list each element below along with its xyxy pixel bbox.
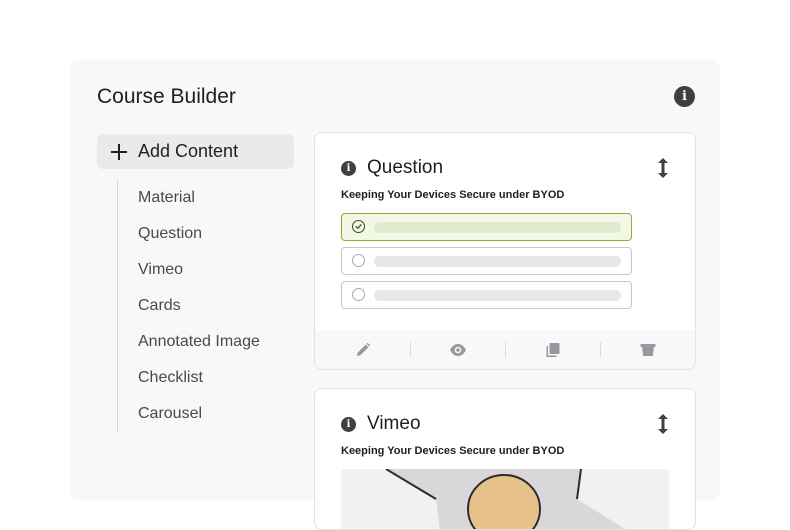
course-builder-panel: Course Builder i Add Content Material Qu… — [70, 60, 720, 530]
content-type-vimeo[interactable]: Vimeo — [118, 252, 298, 288]
delete-icon — [640, 343, 655, 356]
preview-icon — [449, 343, 466, 356]
duplicate-button[interactable] — [505, 330, 600, 369]
content-type-checklist[interactable]: Checklist — [118, 360, 298, 396]
radio-icon — [352, 254, 365, 267]
card-subtitle: Keeping Your Devices Secure under BYOD — [341, 189, 565, 201]
info-icon: i — [341, 416, 356, 432]
radio-icon — [352, 288, 365, 301]
card-header: i Question — [341, 157, 443, 179]
answer-option[interactable] — [341, 281, 632, 309]
answer-option[interactable] — [341, 247, 632, 275]
info-icon[interactable]: i — [674, 86, 695, 107]
card-title: Vimeo — [367, 413, 421, 434]
plus-icon — [111, 143, 127, 160]
content-type-list: Material Question Vimeo Cards Annotated … — [117, 180, 298, 433]
checked-radio-icon — [352, 220, 365, 233]
content-type-cards[interactable]: Cards — [118, 288, 298, 324]
edit-button[interactable] — [315, 330, 410, 369]
content-type-annotated-image[interactable]: Annotated Image — [118, 324, 298, 360]
delete-button[interactable] — [600, 330, 695, 369]
reorder-icon[interactable] — [657, 413, 669, 435]
add-content-label: Add Content — [138, 141, 239, 161]
vimeo-card[interactable]: i Vimeo Keeping Your Devices Secure unde… — [314, 388, 696, 530]
question-card[interactable]: i Question Keeping Your Devices Secure u… — [314, 132, 696, 370]
answer-option-selected[interactable] — [341, 213, 632, 241]
preview-button[interactable] — [410, 330, 505, 369]
card-header: i Vimeo — [341, 413, 421, 435]
info-icon: i — [341, 160, 356, 176]
card-subtitle: Keeping Your Devices Secure under BYOD — [341, 445, 565, 457]
video-thumbnail[interactable] — [341, 469, 669, 529]
edit-icon — [356, 342, 370, 356]
option-text-placeholder — [374, 256, 621, 267]
duplicate-icon — [546, 342, 559, 357]
content-type-carousel[interactable]: Carousel — [118, 396, 298, 432]
option-text-placeholder — [374, 290, 621, 301]
option-text-placeholder — [374, 222, 621, 233]
card-title: Question — [367, 157, 444, 178]
video-preview-illustration — [341, 469, 669, 529]
content-type-material[interactable]: Material — [118, 180, 298, 216]
page-title: Course Builder — [97, 85, 236, 108]
card-toolbar — [315, 330, 695, 369]
content-type-question[interactable]: Question — [118, 216, 298, 252]
add-content-button[interactable]: Add Content — [97, 134, 294, 169]
reorder-icon[interactable] — [657, 157, 669, 179]
